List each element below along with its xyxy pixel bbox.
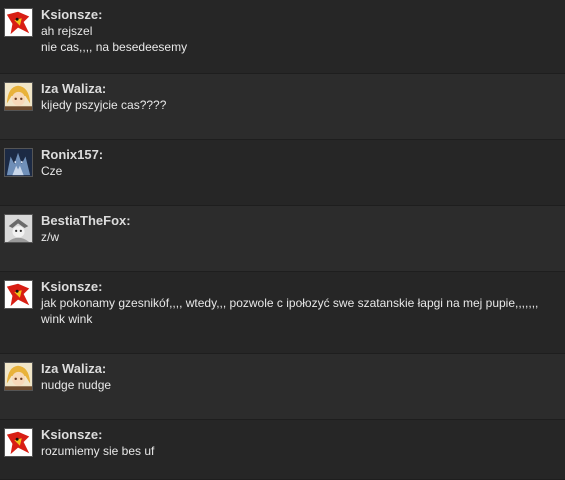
message-author[interactable]: Iza Waliza: — [41, 81, 565, 97]
message-text: nie cas,,,, na besedeesemy — [41, 40, 188, 54]
avatar[interactable] — [4, 280, 33, 309]
message-author[interactable]: Ksionsze: — [41, 427, 565, 443]
chat-message: Ksionsze: rozumiemy sie bes uf — [0, 420, 565, 480]
message-text: wink wink — [41, 312, 93, 326]
message-text: ah rejszel — [41, 24, 93, 38]
message-author[interactable]: Ronix157: — [41, 147, 565, 163]
blonde-girl-icon — [5, 83, 32, 110]
message-text: rozumiemy sie bes uf — [41, 444, 155, 458]
chat-message: Ronix157: Cze — [0, 140, 565, 206]
red-bird-icon — [5, 9, 32, 36]
avatar[interactable] — [4, 428, 33, 457]
message-author[interactable]: Iza Waliza: — [41, 361, 565, 377]
message-text: z/w — [41, 230, 59, 244]
message-text: Cze — [41, 164, 63, 178]
avatar[interactable] — [4, 214, 33, 243]
chat-message: BestiaTheFox: z/w — [0, 206, 565, 272]
chat-message: Ksionsze: ah rejszel nie cas,,,, na bese… — [0, 0, 565, 74]
chat-message: Iza Waliza: kijedy pszyjcie cas???? — [0, 74, 565, 140]
chat-log: Ksionsze: ah rejszel nie cas,,,, na bese… — [0, 0, 565, 480]
red-bird-icon — [5, 281, 32, 308]
avatar[interactable] — [4, 362, 33, 391]
message-text: kijedy pszyjcie cas???? — [41, 98, 167, 112]
message-text: nudge nudge — [41, 378, 112, 392]
grey-figure-icon — [5, 215, 32, 242]
message-author[interactable]: Ksionsze: — [41, 7, 565, 23]
blonde-girl-icon — [5, 363, 32, 390]
chat-message: Iza Waliza: nudge nudge — [0, 354, 565, 420]
message-author[interactable]: BestiaTheFox: — [41, 213, 565, 229]
chat-message: Ksionsze: jak pokonamy gzesnikóf,,,, wte… — [0, 272, 565, 354]
avatar[interactable] — [4, 8, 33, 37]
message-author[interactable]: Ksionsze: — [41, 279, 565, 295]
avatar[interactable] — [4, 82, 33, 111]
dark-creature-icon — [5, 149, 32, 176]
avatar[interactable] — [4, 148, 33, 177]
red-bird-icon — [5, 429, 32, 456]
message-text: jak pokonamy gzesnikóf,,,, wtedy,,, pozw… — [41, 296, 539, 310]
